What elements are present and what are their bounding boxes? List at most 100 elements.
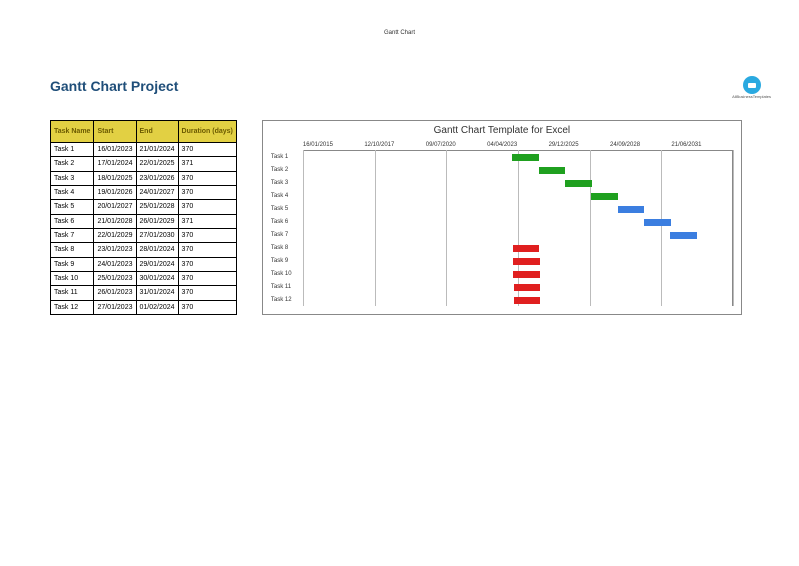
table-cell: Task 8 (51, 243, 94, 257)
gantt-chart: Gantt Chart Template for Excel 16/01/201… (262, 120, 742, 315)
table-cell: 24/01/2027 (136, 185, 178, 199)
table-cell: 370 (178, 228, 236, 242)
yaxis-label: Task 4 (271, 193, 303, 199)
chart-row: Task 1 (271, 150, 733, 163)
chart-row: Task 6 (271, 215, 733, 228)
logo-text: AllBusinessTemplates (732, 95, 771, 99)
table-cell: 24/01/2023 (94, 257, 136, 271)
gantt-bar (539, 167, 566, 174)
table-cell: Task 6 (51, 214, 94, 228)
table-row: Task 823/01/202328/01/2024370 (51, 243, 237, 257)
xaxis-tick: 29/12/2025 (549, 142, 610, 148)
table-row: Task 722/01/202927/01/2030370 (51, 228, 237, 242)
chart-row: Task 3 (271, 176, 733, 189)
table-cell: 25/01/2023 (94, 271, 136, 285)
yaxis-label: Task 6 (271, 219, 303, 225)
table-header: Start (94, 121, 136, 143)
table-cell: Task 10 (51, 271, 94, 285)
table-cell: 17/01/2024 (94, 157, 136, 171)
yaxis-label: Task 8 (271, 245, 303, 251)
table-cell: Task 9 (51, 257, 94, 271)
gantt-bar (514, 284, 541, 291)
table-cell: 29/01/2024 (136, 257, 178, 271)
table-cell: 18/01/2025 (94, 171, 136, 185)
table-cell: Task 4 (51, 185, 94, 199)
yaxis-label: Task 1 (271, 154, 303, 160)
table-row: Task 924/01/202329/01/2024370 (51, 257, 237, 271)
table-cell: 20/01/2027 (94, 200, 136, 214)
table-cell: 21/01/2028 (94, 214, 136, 228)
table-cell: 22/01/2029 (94, 228, 136, 242)
table-cell: 370 (178, 271, 236, 285)
table-cell: 370 (178, 300, 236, 314)
table-cell: 27/01/2030 (136, 228, 178, 242)
gantt-bar (618, 206, 645, 213)
gantt-bar (512, 154, 539, 161)
table-row: Task 1227/01/202301/02/2024370 (51, 300, 237, 314)
chart-row: Task 9 (271, 254, 733, 267)
chart-row: Task 8 (271, 241, 733, 254)
table-cell: 21/01/2024 (136, 143, 178, 157)
chart-row: Task 2 (271, 163, 733, 176)
table-row: Task 1126/01/202331/01/2024370 (51, 286, 237, 300)
table-cell: 26/01/2023 (94, 286, 136, 300)
xaxis-tick: 04/04/2023 (487, 142, 548, 148)
xaxis-tick: 24/09/2028 (610, 142, 671, 148)
task-table: Task NameStartEndDuration (days) Task 11… (50, 120, 237, 315)
yaxis-label: Task 10 (271, 271, 303, 277)
chart-row: Task 5 (271, 202, 733, 215)
yaxis-label: Task 11 (271, 284, 303, 290)
table-cell: 371 (178, 214, 236, 228)
table-cell: 370 (178, 243, 236, 257)
table-cell: 370 (178, 257, 236, 271)
table-cell: 370 (178, 286, 236, 300)
table-cell: 25/01/2028 (136, 200, 178, 214)
chart-row: Task 7 (271, 228, 733, 241)
chart-row: Task 10 (271, 267, 733, 280)
chart-row: Task 11 (271, 280, 733, 293)
table-cell: 22/01/2025 (136, 157, 178, 171)
table-cell: Task 12 (51, 300, 94, 314)
gantt-bar (513, 245, 540, 252)
table-cell: 27/01/2023 (94, 300, 136, 314)
table-row: Task 318/01/202523/01/2026370 (51, 171, 237, 185)
document-header: Gantt Chart (384, 30, 415, 36)
table-row: Task 217/01/202422/01/2025371 (51, 157, 237, 171)
table-cell: Task 1 (51, 143, 94, 157)
page-title: Gantt Chart Project (50, 78, 178, 94)
table-cell: Task 3 (51, 171, 94, 185)
table-cell: Task 11 (51, 286, 94, 300)
table-cell: 16/01/2023 (94, 143, 136, 157)
table-cell: 23/01/2023 (94, 243, 136, 257)
yaxis-label: Task 3 (271, 180, 303, 186)
gantt-bar (513, 258, 540, 265)
table-row: Task 419/01/202624/01/2027370 (51, 185, 237, 199)
table-cell: 370 (178, 200, 236, 214)
table-cell: 23/01/2026 (136, 171, 178, 185)
table-cell: 30/01/2024 (136, 271, 178, 285)
xaxis-tick: 12/10/2017 (364, 142, 425, 148)
table-cell: 31/01/2024 (136, 286, 178, 300)
gantt-bar (591, 193, 618, 200)
table-header: Duration (days) (178, 121, 236, 143)
content-area: Task NameStartEndDuration (days) Task 11… (50, 120, 742, 315)
xaxis-tick: 09/07/2020 (426, 142, 487, 148)
gantt-bar (644, 219, 671, 226)
table-cell: 01/02/2024 (136, 300, 178, 314)
table-row: Task 1025/01/202330/01/2024370 (51, 271, 237, 285)
table-row: Task 520/01/202725/01/2028370 (51, 200, 237, 214)
table-cell: 370 (178, 143, 236, 157)
chart-xaxis: 16/01/201512/10/201709/07/202004/04/2023… (303, 142, 733, 148)
chart-plot: Task 1 Task 2 Task 3 Task 4 Task 5 Task 6 Task… (271, 150, 733, 306)
table-header: Task Name (51, 121, 94, 143)
gantt-bar (565, 180, 592, 187)
table-cell: 370 (178, 185, 236, 199)
chart-row: Task 12 (271, 293, 733, 306)
table-cell: 26/01/2029 (136, 214, 178, 228)
table-cell: 371 (178, 157, 236, 171)
table-cell: 28/01/2024 (136, 243, 178, 257)
table-row: Task 116/01/202321/01/2024370 (51, 143, 237, 157)
yaxis-label: Task 2 (271, 167, 303, 173)
yaxis-label: Task 5 (271, 206, 303, 212)
table-cell: 370 (178, 171, 236, 185)
